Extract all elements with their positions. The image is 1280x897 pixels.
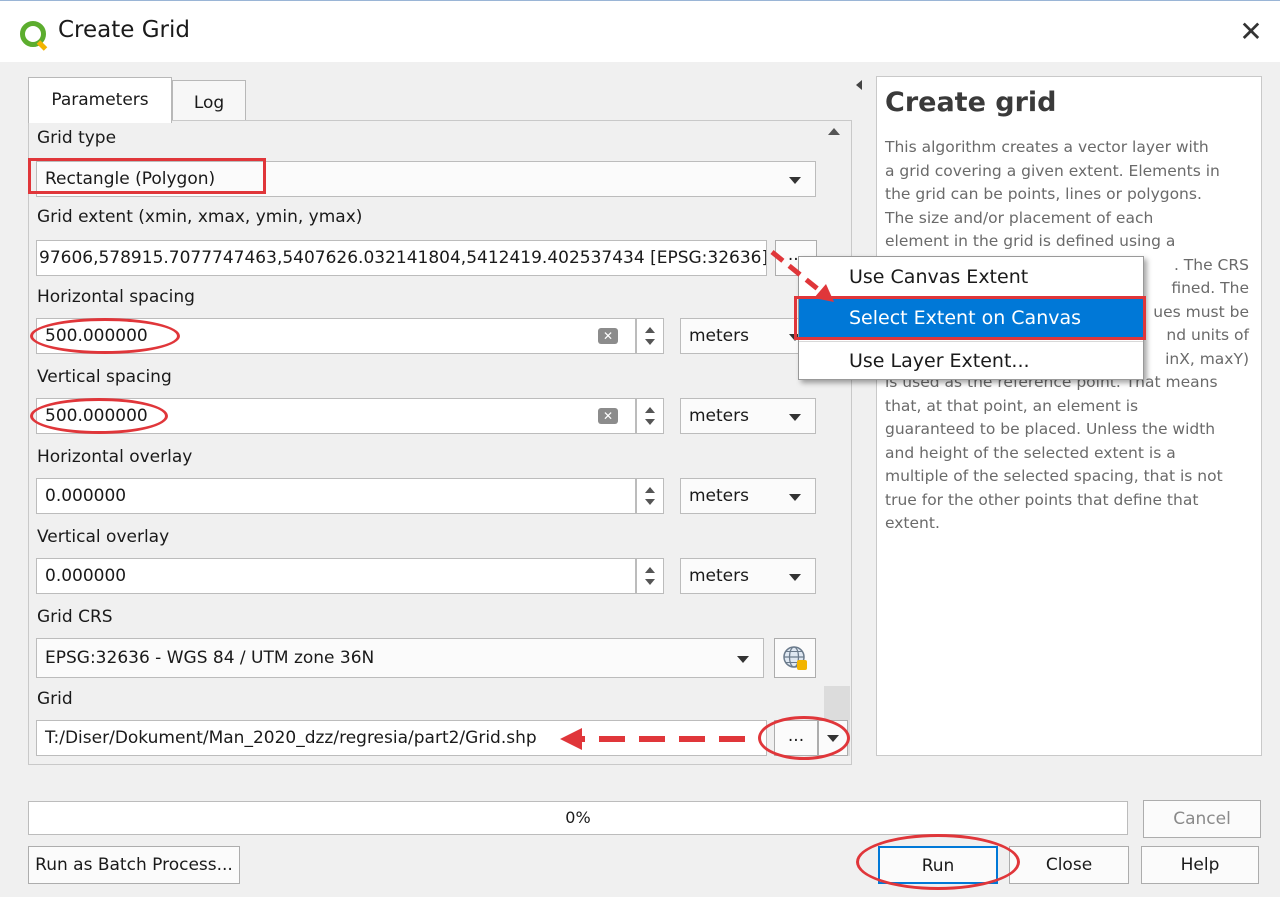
dashed-arrow [770, 250, 826, 296]
annotation-arrows [560, 250, 834, 750]
arrow-head [560, 728, 582, 750]
